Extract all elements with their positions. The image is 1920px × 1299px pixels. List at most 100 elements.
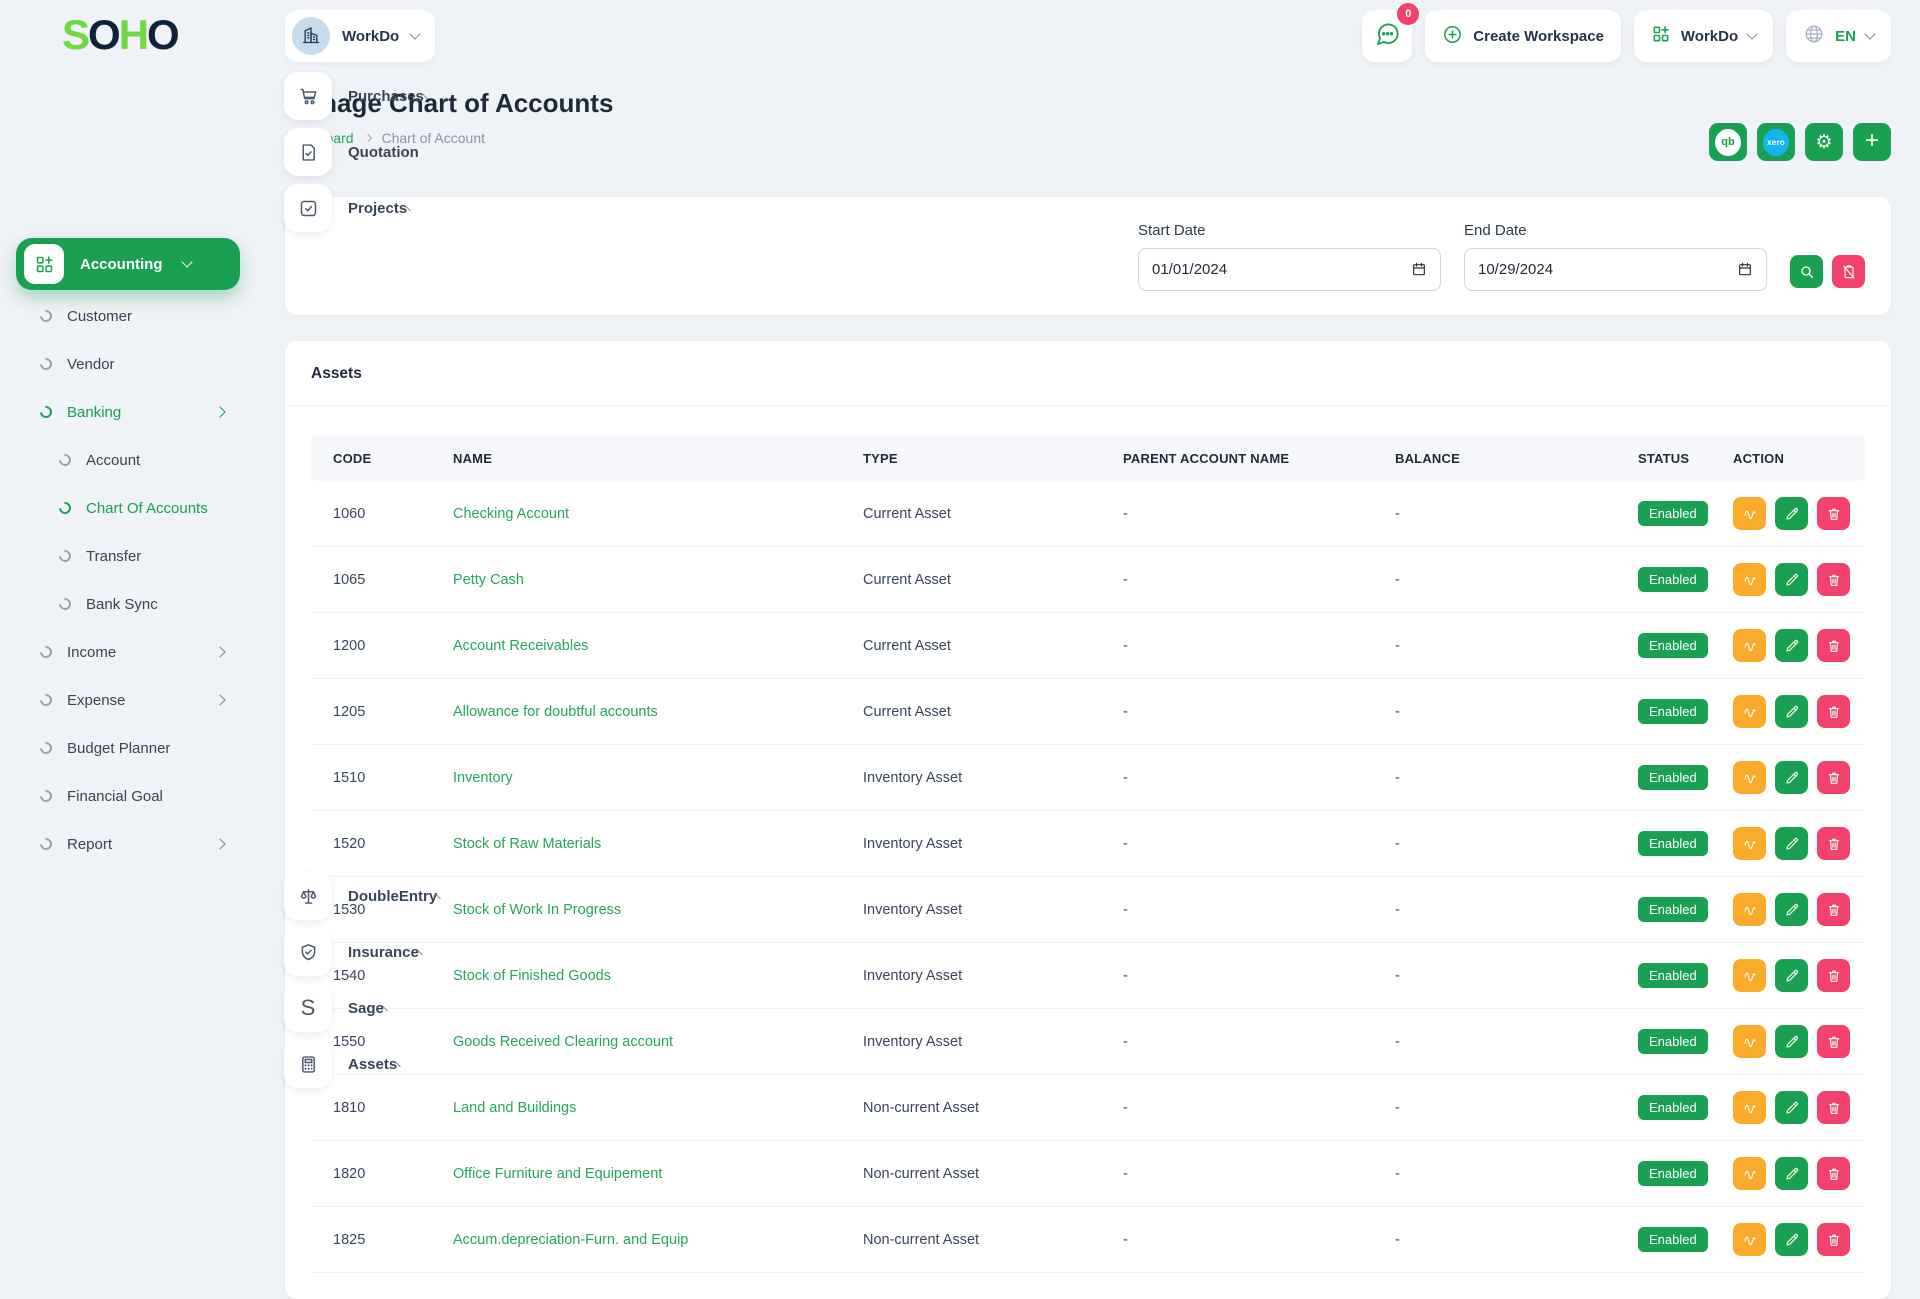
delete-button[interactable]: [1817, 1157, 1850, 1190]
account-name-link[interactable]: Office Furniture and Equipement: [453, 1166, 662, 1182]
edit-button[interactable]: [1775, 1025, 1808, 1058]
account-name-link[interactable]: Accum.depreciation-Furn. and Equip: [453, 1232, 688, 1248]
delete-button[interactable]: [1817, 695, 1850, 728]
row-actions: [1733, 893, 1857, 926]
sidebar-item-insurance[interactable]: Insurance: [260, 924, 313, 980]
delete-button[interactable]: [1817, 893, 1850, 926]
sidebar-item-quotation[interactable]: Quotation: [260, 124, 313, 180]
delete-button[interactable]: [1817, 1025, 1850, 1058]
edit-button[interactable]: [1775, 761, 1808, 794]
account-name-link[interactable]: Stock of Raw Materials: [453, 836, 601, 852]
activity-button[interactable]: [1733, 1025, 1766, 1058]
account-name-link[interactable]: Petty Cash: [453, 572, 524, 588]
row-actions: [1733, 695, 1857, 728]
table-row: 1540Stock of Finished GoodsInventory Ass…: [311, 943, 1865, 1009]
sidebar-item-vendor[interactable]: Vendor: [0, 340, 260, 388]
sidebar-item-projects[interactable]: Projects: [260, 180, 313, 236]
sidebar-item-expense[interactable]: Expense: [0, 676, 260, 724]
sidebar-item-transfer[interactable]: Transfer: [0, 532, 260, 580]
cell-action: [1711, 547, 1865, 613]
edit-button[interactable]: [1775, 1157, 1808, 1190]
account-name-link[interactable]: Stock of Work In Progress: [453, 902, 621, 918]
delete-button[interactable]: [1817, 827, 1850, 860]
cell-status: Enabled: [1616, 745, 1711, 811]
activity-button[interactable]: [1733, 629, 1766, 662]
bullet-icon: [38, 740, 55, 757]
sidebar-item-financial-goal[interactable]: Financial Goal: [0, 772, 260, 820]
sidebar-item-purchases[interactable]: Purchases: [260, 68, 313, 124]
settings-button[interactable]: ⚙: [1805, 123, 1843, 161]
account-name-link[interactable]: Goods Received Clearing account: [453, 1034, 673, 1050]
bullet-icon: [57, 500, 74, 517]
sidebar-item-sage[interactable]: SSage: [260, 980, 313, 1036]
delete-button[interactable]: [1817, 497, 1850, 530]
sidebar-item-label: Income: [67, 644, 116, 661]
workdo-menu-button[interactable]: WorkDo: [1634, 10, 1773, 62]
search-button[interactable]: [1790, 255, 1823, 288]
add-account-button[interactable]: +: [1853, 123, 1891, 161]
edit-icon: [1784, 638, 1800, 654]
delete-button[interactable]: [1817, 959, 1850, 992]
activity-button[interactable]: [1733, 827, 1766, 860]
edit-button[interactable]: [1775, 1091, 1808, 1124]
edit-button[interactable]: [1775, 497, 1808, 530]
sidebar-item-customer[interactable]: Customer: [0, 292, 260, 340]
activity-button[interactable]: [1733, 563, 1766, 596]
delete-button[interactable]: [1817, 1223, 1850, 1256]
account-name-link[interactable]: Allowance for doubtful accounts: [453, 704, 658, 720]
sidebar-item-income[interactable]: Income: [0, 628, 260, 676]
sidebar-item-banking[interactable]: Banking: [0, 388, 260, 436]
create-workspace-button[interactable]: Create Workspace: [1425, 10, 1621, 62]
start-date-input[interactable]: 01/01/2024: [1138, 248, 1441, 291]
sidebar-item-bank-sync[interactable]: Bank Sync: [0, 580, 260, 628]
workspace-switcher[interactable]: WorkDo: [285, 10, 435, 62]
quickbooks-button[interactable]: qb: [1709, 123, 1747, 161]
cell-code: 1520: [311, 811, 431, 877]
cell-action: [1711, 481, 1865, 547]
language-selector[interactable]: EN: [1786, 10, 1891, 62]
reset-filter-button[interactable]: [1832, 255, 1865, 288]
delete-button[interactable]: [1817, 629, 1850, 662]
sidebar-item-report[interactable]: Report: [0, 820, 260, 868]
delete-button[interactable]: [1817, 563, 1850, 596]
sidebar-item-budget-planner[interactable]: Budget Planner: [0, 724, 260, 772]
activity-button[interactable]: [1733, 1091, 1766, 1124]
edit-button[interactable]: [1775, 959, 1808, 992]
activity-button[interactable]: [1733, 761, 1766, 794]
cell-type: Inventory Asset: [841, 811, 1101, 877]
edit-button[interactable]: [1775, 695, 1808, 728]
account-name-link[interactable]: Stock of Finished Goods: [453, 968, 611, 984]
end-date-input[interactable]: 10/29/2024: [1464, 248, 1767, 291]
activity-button[interactable]: [1733, 695, 1766, 728]
page-head: Manage Chart of Accounts Dashboard Chart…: [285, 88, 1891, 161]
edit-button[interactable]: [1775, 827, 1808, 860]
sidebar-item-account[interactable]: Account: [0, 436, 260, 484]
activity-button[interactable]: [1733, 497, 1766, 530]
edit-button[interactable]: [1775, 563, 1808, 596]
activity-button[interactable]: [1733, 893, 1766, 926]
activity-button[interactable]: [1733, 959, 1766, 992]
grid-plus-icon: [24, 244, 64, 284]
cell-code: 1510: [311, 745, 431, 811]
sidebar-item-accounting[interactable]: Accounting: [16, 238, 240, 290]
activity-button[interactable]: [1733, 1157, 1766, 1190]
activity-button[interactable]: [1733, 1223, 1766, 1256]
xero-button[interactable]: xero: [1757, 123, 1795, 161]
cell-parent: -: [1101, 877, 1373, 943]
messages-button[interactable]: 0: [1362, 10, 1412, 62]
edit-button[interactable]: [1775, 893, 1808, 926]
cell-status: Enabled: [1616, 481, 1711, 547]
account-name-link[interactable]: Inventory: [453, 770, 513, 786]
logo-letter: H: [119, 11, 147, 58]
sidebar-item-chart-of-accounts[interactable]: Chart Of Accounts: [0, 484, 260, 532]
create-workspace-label: Create Workspace: [1473, 28, 1604, 45]
edit-button[interactable]: [1775, 1223, 1808, 1256]
edit-button[interactable]: [1775, 629, 1808, 662]
delete-button[interactable]: [1817, 1091, 1850, 1124]
account-name-link[interactable]: Land and Buildings: [453, 1100, 576, 1116]
account-name-link[interactable]: Checking Account: [453, 506, 569, 522]
delete-icon: [1826, 1034, 1842, 1050]
delete-button[interactable]: [1817, 761, 1850, 794]
sidebar-item-doubleentry[interactable]: DoubleEntry: [260, 868, 313, 924]
account-name-link[interactable]: Account Receivables: [453, 638, 588, 654]
